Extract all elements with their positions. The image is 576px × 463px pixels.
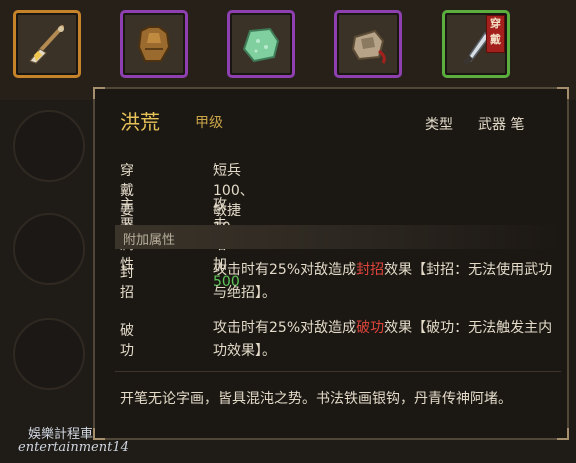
equip-slot-accessory[interactable] xyxy=(227,10,295,78)
tooltip-corner xyxy=(93,428,105,440)
extra-attr-header-label: 附加属性 xyxy=(123,233,176,248)
item-type-label: 类型 xyxy=(425,117,453,133)
item-name: 洪荒 xyxy=(120,110,160,134)
armor-robe-icon xyxy=(137,26,171,62)
tooltip-divider xyxy=(115,371,561,372)
effect-description: 攻击时有25%对敌造成封招效果【封招：无法使用武功与绝招】。 xyxy=(213,259,558,305)
jade-stone-icon xyxy=(242,27,280,63)
effect-text-pre: 攻击时有25%对敌造成 xyxy=(213,320,357,336)
item-description: 开笔无论字画，皆具混沌之势。书法铁画银钩，丹青传神阿堵。 xyxy=(120,391,512,407)
equip-slot-pouch[interactable] xyxy=(334,10,402,78)
effect-name: 封招 xyxy=(120,265,134,301)
tooltip-corner xyxy=(557,428,569,440)
extra-attr-header: 附加属性 xyxy=(115,225,561,249)
inventory-slot[interactable] xyxy=(13,110,85,182)
effect-keyword: 封招 xyxy=(356,262,385,278)
effect-name: 破功 xyxy=(120,323,134,359)
watermark-line-2: entertainment14 xyxy=(18,440,129,455)
equip-slot-armor[interactable] xyxy=(120,10,188,78)
equip-slot-weapon[interactable] xyxy=(13,10,81,78)
tooltip-corner xyxy=(93,87,105,99)
tooltip-corner xyxy=(557,87,569,99)
item-grade: 甲级 xyxy=(195,115,223,131)
effect-description: 攻击时有25%对敌造成破功效果【破功：无法触发主内功效果】。 xyxy=(213,317,558,363)
effect-text-pre: 攻击时有25%对敌造成 xyxy=(213,262,357,278)
equipped-badge: 穿戴 xyxy=(486,15,505,53)
item-tooltip: 洪荒 甲级 类型 武器 笔 穿戴要求 短兵100、敏捷10 主要属性 攻击增加 … xyxy=(93,87,569,440)
pouch-icon xyxy=(351,29,386,64)
inventory-slot[interactable] xyxy=(13,213,85,285)
inventory-slot[interactable] xyxy=(13,318,85,390)
item-type-value: 武器 笔 xyxy=(478,117,525,133)
equip-slot-offhand[interactable]: 穿戴 xyxy=(442,10,510,78)
effect-keyword: 破功 xyxy=(356,320,385,336)
brush-weapon-icon xyxy=(29,25,64,64)
